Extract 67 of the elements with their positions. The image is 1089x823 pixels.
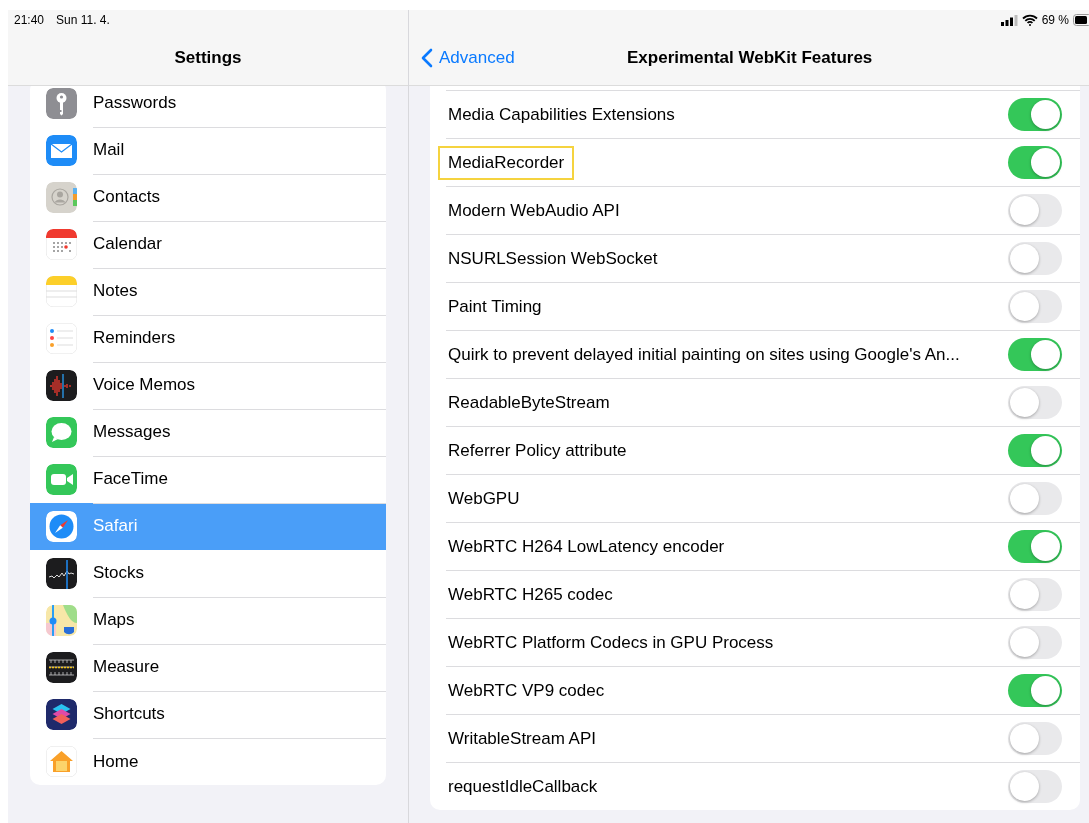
feature-label: WebRTC VP9 codec	[447, 679, 606, 702]
sidebar-item[interactable]: Voice Memos	[30, 362, 386, 409]
toggle-switch[interactable]	[1008, 290, 1062, 323]
sidebar-item[interactable]: Calendar	[30, 221, 386, 268]
sidebar-item[interactable]: Home	[30, 738, 386, 785]
ruler-icon	[46, 652, 77, 683]
toggle-switch[interactable]	[1008, 386, 1062, 419]
feature-label: NSURLSession WebSocket	[447, 247, 659, 270]
sidebar-item[interactable]: Maps	[30, 597, 386, 644]
layered-shapes-icon	[46, 699, 77, 730]
sidebar-item[interactable]: FaceTime	[30, 456, 386, 503]
feature-label: Referrer Policy attribute	[447, 439, 628, 462]
feature-label: requestIdleCallback	[447, 775, 599, 798]
toggle-switch[interactable]	[1008, 482, 1062, 515]
sidebar-item[interactable]: Shortcuts	[30, 691, 386, 738]
feature-label: WritableStream API	[447, 727, 598, 750]
toggle-switch[interactable]	[1008, 626, 1062, 659]
signal-icon	[1000, 14, 1018, 26]
feature-label: MediaRecorder	[438, 145, 575, 180]
toggle-switch[interactable]	[1008, 242, 1062, 275]
feature-label: ReadableByteStream	[447, 391, 611, 414]
calendar-icon	[46, 229, 77, 260]
clock-time: 21:40	[14, 13, 45, 27]
toggle-switch[interactable]	[1008, 578, 1062, 611]
feature-label: Media Capabilities Extensions	[447, 103, 676, 126]
battery-icon	[1073, 14, 1089, 26]
toggle-switch[interactable]	[1008, 98, 1062, 131]
waveform-icon	[46, 370, 77, 401]
page-title: Experimental WebKit Features	[627, 47, 873, 68]
toggle-switch[interactable]	[1008, 674, 1062, 707]
list-icon	[46, 323, 77, 354]
feature-label: WebGPU	[447, 487, 521, 510]
battery-percent: 69 %	[1041, 13, 1069, 27]
sidebar-title: Settings	[174, 47, 242, 68]
sidebar-item[interactable]: Contacts	[30, 174, 386, 221]
toggle-switch[interactable]	[1008, 770, 1062, 803]
house-icon	[46, 746, 77, 777]
feature-label: WebRTC H265 codec	[447, 583, 614, 606]
feature-label: Modern WebAudio API	[447, 199, 621, 222]
sidebar-item[interactable]: Passwords	[30, 86, 386, 127]
sidebar-item[interactable]: Stocks	[30, 550, 386, 597]
toggle-switch[interactable]	[1008, 722, 1062, 755]
sidebar-item[interactable]: Reminders	[30, 315, 386, 362]
sidebar-item[interactable]: Mail	[30, 127, 386, 174]
video-camera-icon	[46, 464, 77, 495]
wifi-icon	[1021, 14, 1038, 26]
feature-label: Quirk to prevent delayed initial painting on sites using Google's An...	[447, 343, 961, 366]
feature-label: Paint Timing	[447, 295, 543, 318]
chevron-left-icon	[421, 47, 433, 68]
toggle-switch[interactable]	[1008, 530, 1062, 563]
map-icon	[46, 605, 77, 636]
toggle-switch[interactable]	[1008, 338, 1062, 371]
feature-label: WebRTC H264 LowLatency encoder	[447, 535, 726, 558]
toggle-switch[interactable]	[1008, 194, 1062, 227]
toggle-switch[interactable]	[1008, 146, 1062, 179]
sidebar-item[interactable]: Measure	[30, 644, 386, 691]
contact-card-icon	[46, 182, 77, 213]
date: Sun 11. 4.	[56, 13, 110, 27]
envelope-icon	[46, 135, 77, 166]
speech-bubble-icon	[46, 417, 77, 448]
compass-icon	[46, 511, 77, 542]
back-button[interactable]: Advanced	[421, 47, 515, 68]
toggle-switch[interactable]	[1008, 434, 1062, 467]
feature-label: WebRTC Platform Codecs in GPU Process	[447, 631, 775, 654]
sidebar-item[interactable]: Notes	[30, 268, 386, 315]
notepad-icon	[46, 276, 77, 307]
sidebar-item[interactable]: Messages	[30, 409, 386, 456]
